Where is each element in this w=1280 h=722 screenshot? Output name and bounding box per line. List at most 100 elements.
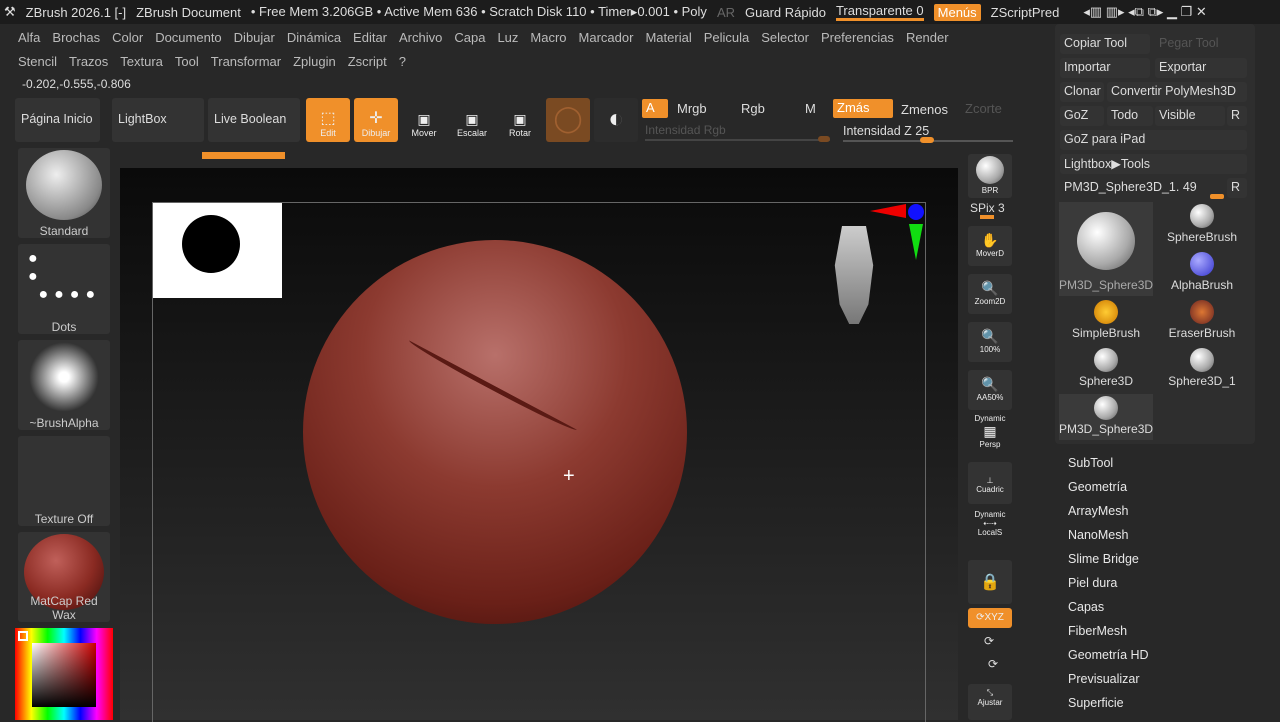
tool-spherebrush[interactable]: SphereBrush xyxy=(1155,202,1249,248)
tool-sphere3d-1[interactable]: Sphere3D_1 xyxy=(1155,346,1249,392)
lightbox-button[interactable]: LightBox xyxy=(112,98,204,142)
zcut-toggle[interactable]: Zcorte xyxy=(965,101,1002,116)
move-view-button[interactable]: ✋ MoverD xyxy=(968,226,1012,266)
bpr-button[interactable]: BPR xyxy=(968,154,1012,198)
goz-button[interactable]: GoZ xyxy=(1060,106,1104,126)
stroke-dots[interactable]: ● ● ●●●● Dots xyxy=(18,244,110,334)
clone-button[interactable]: Clonar xyxy=(1060,82,1104,102)
import-button[interactable]: Importar xyxy=(1060,58,1150,78)
menu-material[interactable]: Material xyxy=(639,26,697,49)
main-color-swatch[interactable] xyxy=(18,631,28,641)
subpalette-nanomesh[interactable]: NanoMesh xyxy=(1068,528,1128,542)
menu-zscript[interactable]: Zscript xyxy=(342,50,393,73)
menu-transformar[interactable]: Transformar xyxy=(205,50,287,73)
zoom-view-button[interactable]: 🔍 Zoom2D xyxy=(968,274,1012,314)
goz-ipad-button[interactable]: GoZ para iPad xyxy=(1060,130,1247,150)
menu-zplugin[interactable]: Zplugin xyxy=(287,50,342,73)
menus-button[interactable]: Menús xyxy=(933,3,981,21)
menu-selector[interactable]: Selector xyxy=(755,26,815,49)
menu-capa[interactable]: Capa xyxy=(448,26,491,49)
scale-button[interactable]: ▣ Escalar xyxy=(450,98,494,142)
tool-sphere3d[interactable]: Sphere3D xyxy=(1059,346,1153,392)
rotate-xyz-button[interactable]: ⟳XYZ xyxy=(968,608,1012,628)
menu-brochas[interactable]: Brochas xyxy=(46,26,106,49)
tool-alphabrush[interactable]: AlphaBrush xyxy=(1155,250,1249,296)
goz-visible-button[interactable]: Visible xyxy=(1155,106,1225,126)
m-toggle[interactable]: M xyxy=(805,101,816,116)
window-controls-icon[interactable]: ◂▥ ▥▸ ◂⧉ ⧉▸ ▁ ❐ ✕ xyxy=(1083,4,1206,20)
menu-marcador[interactable]: Marcador xyxy=(573,26,640,49)
menu-color[interactable]: Color xyxy=(106,26,149,49)
subpalette-previsualizar[interactable]: Previsualizar xyxy=(1068,672,1140,686)
menu-tool[interactable]: Tool xyxy=(169,50,205,73)
rgb-intensity-slider[interactable]: Intensidad Rgb xyxy=(645,123,726,137)
export-button[interactable]: Exportar xyxy=(1155,58,1247,78)
live-boolean-button[interactable]: Live Boolean xyxy=(208,98,300,142)
tool-simplebrush[interactable]: SimpleBrush xyxy=(1059,298,1153,344)
alpha-toggle[interactable]: A xyxy=(642,99,668,118)
antialias-button[interactable]: 🔍 AA50% xyxy=(968,370,1012,410)
quicksave-button[interactable]: Guard Rápido xyxy=(745,5,826,20)
floor-grid-button[interactable]: ⊥ Cuadric xyxy=(968,462,1012,504)
rgb-toggle[interactable]: Rgb xyxy=(741,101,765,116)
copy-tool-button[interactable]: Copiar Tool xyxy=(1060,34,1150,54)
menu-pelicula[interactable]: Pelicula xyxy=(698,26,756,49)
local-symmetry-button[interactable]: Dynamic ⇠⇢ LocalS xyxy=(968,510,1012,552)
color-picker[interactable] xyxy=(15,628,113,720)
subpalette-superficie[interactable]: Superficie xyxy=(1068,696,1124,710)
material-selector[interactable]: MatCap Red Wax xyxy=(18,532,110,622)
menu-documento[interactable]: Documento xyxy=(149,26,227,49)
texture-selector[interactable]: Texture Off xyxy=(18,436,110,526)
subpalette-piel-dura[interactable]: Piel dura xyxy=(1068,576,1117,590)
subpalette-geometr-a-hd[interactable]: Geometría HD xyxy=(1068,648,1149,662)
tool-r-button[interactable]: R xyxy=(1227,178,1247,198)
mrgb-toggle[interactable]: Mrgb xyxy=(677,101,707,116)
subpalette-slime-bridge[interactable]: Slime Bridge xyxy=(1068,552,1139,566)
gradient-icon[interactable]: ◐ xyxy=(594,98,638,142)
menu-archivo[interactable]: Archivo xyxy=(393,26,448,49)
rotate-y-icon[interactable]: ⟳ xyxy=(984,634,994,648)
tool-pm3d-sphere[interactable]: PM3D_Sphere3D xyxy=(1059,202,1153,296)
goz-all-button[interactable]: Todo xyxy=(1107,106,1153,126)
paste-tool-button[interactable]: Pegar Tool xyxy=(1155,34,1245,54)
actual-size-button[interactable]: 🔍 100% xyxy=(968,322,1012,362)
menu--[interactable]: ? xyxy=(393,50,412,73)
zadd-toggle[interactable]: Zmás xyxy=(833,99,893,118)
menu-stencil[interactable]: Stencil xyxy=(12,50,63,73)
z-intensity-slider[interactable]: Intensidad Z 25 xyxy=(843,124,929,138)
current-tool-slider[interactable]: PM3D_Sphere3D_1. 49 xyxy=(1060,178,1225,198)
menu-alfa[interactable]: Alfa xyxy=(12,26,46,49)
zsub-toggle[interactable]: Zmenos xyxy=(901,102,948,117)
goz-r-button[interactable]: R xyxy=(1227,106,1247,126)
frame-button[interactable]: ⤡ Ajustar xyxy=(968,684,1012,720)
move-button[interactable]: ▣ Mover xyxy=(402,98,446,142)
tool-eraserbrush[interactable]: EraserBrush xyxy=(1155,298,1249,344)
sphere-mesh[interactable] xyxy=(303,240,687,624)
draw-button[interactable]: ✛ Dibujar xyxy=(354,98,398,142)
subpalette-fibermesh[interactable]: FiberMesh xyxy=(1068,624,1127,638)
menu-trazos[interactable]: Trazos xyxy=(63,50,114,73)
subpalette-arraymesh[interactable]: ArrayMesh xyxy=(1068,504,1128,518)
menu-preferencias[interactable]: Preferencias xyxy=(815,26,900,49)
rgb-intensity-handle[interactable] xyxy=(818,136,830,142)
tool-pm3d-sphere-2[interactable]: PM3D_Sphere3D xyxy=(1059,394,1153,440)
subpalette-subtool[interactable]: SubTool xyxy=(1068,456,1113,470)
menu-render[interactable]: Render xyxy=(900,26,955,49)
subpalette-capas[interactable]: Capas xyxy=(1068,600,1104,614)
menu-textura[interactable]: Textura xyxy=(114,50,169,73)
current-tool-handle[interactable] xyxy=(1210,194,1224,199)
zscript-button[interactable]: ZScriptPred xyxy=(991,5,1060,20)
edit-button[interactable]: ⬚ Edit xyxy=(306,98,350,142)
menu-din-mica[interactable]: Dinámica xyxy=(281,26,347,49)
transparency-slider[interactable]: Transparente 0 xyxy=(835,3,924,21)
menu-macro[interactable]: Macro xyxy=(524,26,572,49)
rotate-button[interactable]: ▣ Rotar xyxy=(498,98,542,142)
lock-camera-icon[interactable]: 🔒 xyxy=(968,560,1012,604)
brush-standard[interactable]: Standard xyxy=(18,148,110,238)
z-intensity-handle[interactable] xyxy=(920,137,934,143)
viewport[interactable]: + xyxy=(120,168,958,722)
lightbox-tools-button[interactable]: Lightbox▶Tools xyxy=(1060,154,1247,174)
menu-dibujar[interactable]: Dibujar xyxy=(228,26,281,49)
alpha-selector[interactable]: ~BrushAlpha xyxy=(18,340,110,430)
menu-editar[interactable]: Editar xyxy=(347,26,393,49)
